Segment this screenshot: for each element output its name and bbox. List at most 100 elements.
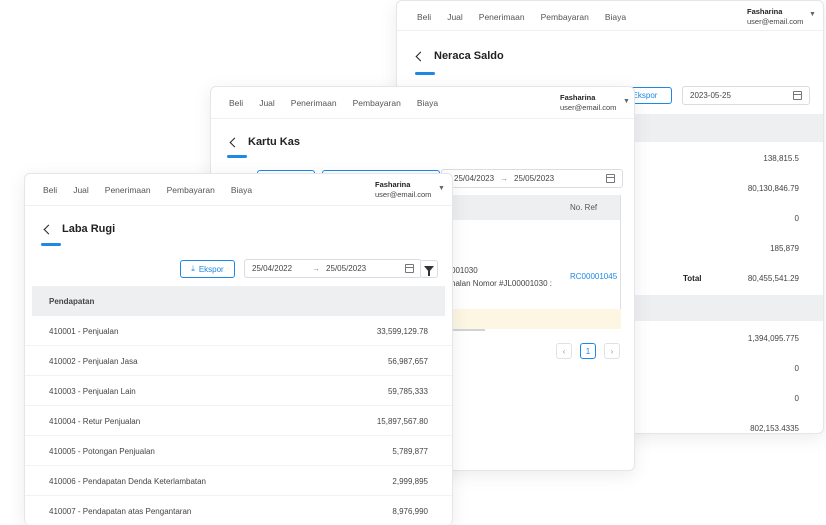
ekspor-button[interactable]: ⤓ Ekspor (180, 260, 235, 278)
total-label: Total (683, 274, 702, 283)
page-title-text: Neraca Saldo (434, 50, 504, 62)
nav-penerimaan[interactable]: Penerimaan (291, 98, 337, 108)
prev-page-button[interactable]: ‹ (556, 343, 572, 359)
page-title: Neraca Saldo (415, 50, 504, 62)
nav-jual[interactable]: Jual (259, 98, 275, 108)
row-value: 2,999,895 (392, 477, 428, 486)
entry-number: 001030 (451, 266, 478, 275)
date-input[interactable]: 2023-05-25 (682, 86, 810, 105)
table-row[interactable]: 410003 - Penjualan Lain 59,785,333 (25, 376, 452, 406)
next-page-button[interactable]: › (604, 343, 620, 359)
title-underline (227, 155, 247, 158)
table-row[interactable]: 410002 - Penjualan Jasa 56,987,657 (25, 346, 452, 376)
page-title-text: Kartu Kas (248, 136, 300, 148)
neraca-value: 1,394,095.775 (747, 334, 799, 343)
table-row[interactable]: 410006 - Pendapatan Denda Keterlambatan … (25, 466, 452, 496)
page-title: Laba Rugi (43, 223, 116, 235)
pagination: ‹ 1 › (556, 343, 620, 359)
calendar-icon (405, 264, 414, 273)
laba-rugi-window: Beli Jual Penerimaan Pembayaran Biaya Fa… (24, 173, 453, 525)
row-label: 410006 - Pendapatan Denda Keterlambatan (49, 477, 207, 486)
ekspor-label: Ekspor (198, 264, 224, 274)
chevron-left-icon[interactable] (43, 224, 54, 234)
section-header: Pendapatan (32, 286, 445, 316)
ref-link[interactable]: RC00001045 (570, 272, 617, 281)
filter-icon (424, 266, 434, 276)
horizontal-scrollbar[interactable] (451, 329, 485, 331)
user-menu[interactable]: Fasharina user@email.com (560, 93, 616, 113)
date-from: 25/04/2022 (252, 264, 293, 273)
user-name: Fasharina (747, 7, 783, 16)
ekspor-label: Ekspor (632, 91, 658, 100)
top-navbar: Beli Jual Penerimaan Pembayaran Biaya Fa… (25, 174, 452, 206)
table-row[interactable]: 410005 - Potongan Penjualan 5,789,877 (25, 436, 452, 466)
table-row[interactable]: 410001 - Penjualan 33,599,129.78 (25, 316, 452, 346)
filter-button[interactable] (420, 260, 438, 278)
caret-down-icon[interactable]: ▼ (809, 11, 816, 18)
nav-biaya[interactable]: Biaya (605, 12, 626, 22)
user-email: user@email.com (560, 103, 617, 112)
entry-description: nalan Nomor #JL00001030 : (451, 279, 552, 288)
nav-pembayaran[interactable]: Pembayaran (353, 98, 401, 108)
arrow-right-icon: → (312, 264, 321, 273)
main-nav: Beli Jual Penerimaan Pembayaran Biaya (229, 98, 454, 108)
row-value: 33,599,129.78 (376, 327, 428, 336)
nav-biaya[interactable]: Biaya (231, 185, 252, 195)
highlight-row (451, 309, 621, 329)
table-border (620, 195, 621, 310)
top-navbar: Beli Jual Penerimaan Pembayaran Biaya Fa… (397, 1, 823, 31)
calendar-icon (606, 174, 615, 183)
user-email: user@email.com (375, 190, 432, 199)
arrow-right-icon: → (500, 174, 509, 183)
page-title-text: Laba Rugi (62, 223, 116, 235)
caret-down-icon[interactable]: ▼ (623, 98, 630, 105)
user-menu[interactable]: Fasharina user@email.com (375, 180, 431, 200)
nav-jual[interactable]: Jual (73, 185, 89, 195)
caret-down-icon[interactable]: ▼ (438, 185, 445, 192)
neraca-value: 138,815.5 (763, 154, 799, 163)
chevron-left-icon[interactable] (415, 51, 426, 61)
row-label: 410005 - Potongan Penjualan (49, 447, 155, 456)
main-nav: Beli Jual Penerimaan Pembayaran Biaya (417, 12, 642, 22)
row-value: 56,987,657 (387, 357, 428, 366)
row-label: 410001 - Penjualan (49, 327, 119, 336)
user-name: Fasharina (375, 180, 411, 189)
row-label: 410002 - Penjualan Jasa (49, 357, 138, 366)
user-name: Fasharina (560, 93, 596, 102)
nav-penerimaan[interactable]: Penerimaan (479, 12, 525, 22)
date-to: 25/05/2023 (326, 264, 367, 273)
nav-beli[interactable]: Beli (229, 98, 243, 108)
top-navbar: Beli Jual Penerimaan Pembayaran Biaya Fa… (211, 87, 634, 119)
table-row[interactable]: 410007 - Pendapatan atas Pengantaran 8,9… (25, 496, 452, 525)
nav-beli[interactable]: Beli (417, 12, 431, 22)
row-value: 59,785,333 (387, 387, 428, 396)
row-label: 410004 - Retur Penjualan (49, 417, 141, 426)
nav-pembayaran[interactable]: Pembayaran (167, 185, 215, 195)
calendar-icon (793, 91, 802, 100)
row-value: 8,976,990 (392, 507, 428, 516)
row-value: 15,897,567.80 (376, 417, 428, 426)
page-1-button[interactable]: 1 (580, 343, 596, 359)
chevron-left-icon[interactable] (229, 137, 240, 147)
date-to: 25/05/2023 (514, 174, 555, 183)
row-label: 410003 - Penjualan Lain (49, 387, 136, 396)
row-value: 5,789,877 (392, 447, 428, 456)
neraca-value: 185,879 (770, 244, 799, 253)
nav-beli[interactable]: Beli (43, 185, 57, 195)
download-icon: ⤓ (191, 264, 195, 273)
date-range-input[interactable]: 25/04/2023 → 25/05/2023 (441, 169, 623, 188)
date-range-input[interactable]: 25/04/2022 → 25/05/2023 (244, 259, 422, 278)
table-row[interactable]: 410004 - Retur Penjualan 15,897,567.80 (25, 406, 452, 436)
neraca-value: 0 (794, 394, 799, 403)
nav-biaya[interactable]: Biaya (417, 98, 438, 108)
user-menu[interactable]: Fasharina user@email.com (747, 7, 803, 27)
title-underline (415, 72, 435, 75)
neraca-value: 0 (794, 364, 799, 373)
date-from: 25/04/2023 (454, 174, 495, 183)
nav-pembayaran[interactable]: Pembayaran (541, 12, 589, 22)
column-no-ref: No. Ref (570, 203, 598, 212)
title-underline (41, 243, 61, 246)
nav-jual[interactable]: Jual (447, 12, 463, 22)
neraca-value: 802,153.4335 (750, 424, 799, 433)
nav-penerimaan[interactable]: Penerimaan (105, 185, 151, 195)
